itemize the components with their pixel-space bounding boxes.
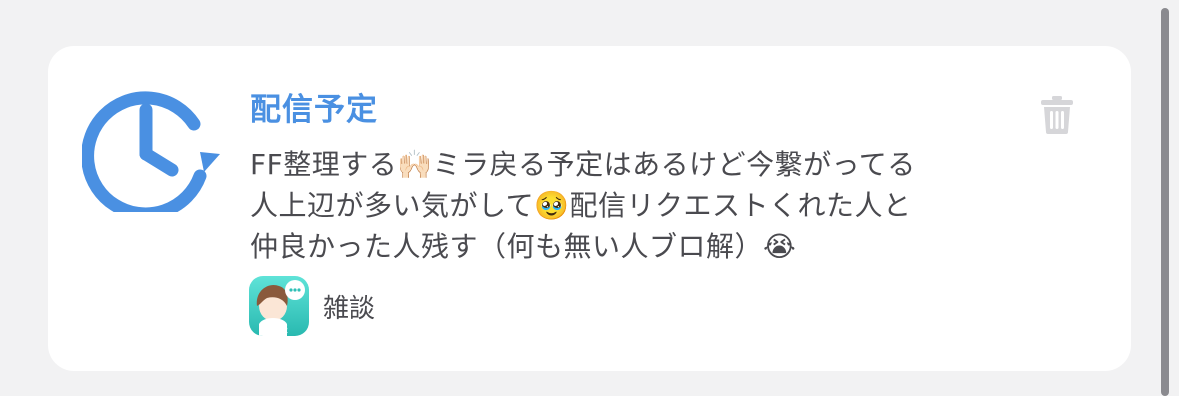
schedule-card[interactable]: 配信予定 FF整理する🙌🏻ミラ戻る予定はあるけど今繋がってる 人上辺が多い気がし…: [48, 46, 1131, 371]
post-text-line-3: 仲良かった人残す（何も無い人ブロ解）😭: [250, 226, 1010, 267]
post-text-line-1: FF整理する🙌🏻ミラ戻る予定はあるけど今繋がってる: [250, 144, 1010, 185]
clock-refresh-icon: [82, 91, 220, 212]
text-segment: 配信リクエストくれた人と: [569, 189, 912, 222]
text-segment: FF整理する: [250, 148, 398, 181]
crying-face-emoji: 😭: [763, 230, 797, 263]
card-title: 配信予定: [250, 92, 378, 128]
category-label: 雑談: [323, 293, 376, 324]
category-chip[interactable]: 雑談 雑談: [249, 275, 375, 337]
avatar-illustration-icon: 雑談: [256, 280, 305, 336]
text-segment: 人上辺が多い気がして: [250, 189, 535, 222]
post-text-line-2: 人上辺が多い気がして🥹配信リクエストくれた人と: [250, 185, 1010, 226]
pleading-face-emoji: 🥹: [534, 189, 570, 222]
raised-hands-emoji: 🙌🏻: [397, 148, 433, 181]
thumb-badge-text: 雑談: [270, 323, 288, 335]
text-segment: 仲良かった人残す（何も無い人ブロ解）: [250, 230, 764, 263]
category-thumbnail: 雑談: [249, 276, 309, 336]
scrollbar[interactable]: [1161, 8, 1169, 396]
text-segment: ミラ戻る予定はあるけど今繋がってる: [432, 148, 916, 181]
post-text: FF整理する🙌🏻ミラ戻る予定はあるけど今繋がってる 人上辺が多い気がして🥹配信リ…: [250, 144, 1010, 267]
trash-icon[interactable]: [1041, 96, 1073, 134]
